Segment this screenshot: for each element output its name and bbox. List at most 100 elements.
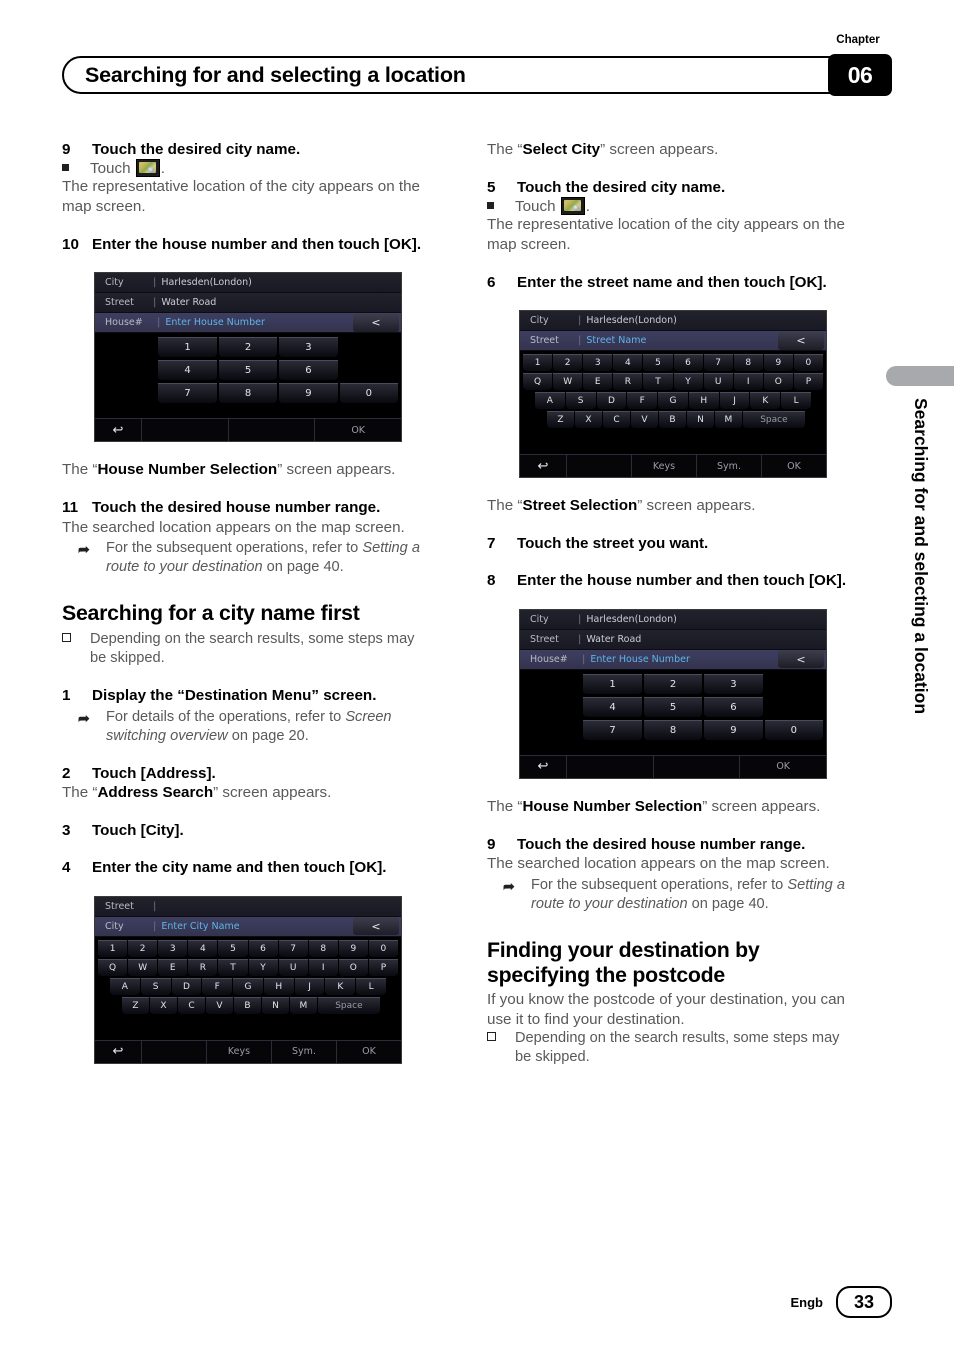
key-b[interactable]: B bbox=[233, 996, 261, 1014]
key-9[interactable]: 9 bbox=[279, 383, 338, 404]
key-z[interactable]: Z bbox=[122, 996, 149, 1014]
key-t[interactable]: T bbox=[218, 958, 248, 976]
back-arrow-icon[interactable]: ↩ bbox=[520, 755, 567, 778]
key-6[interactable]: 6 bbox=[673, 354, 703, 372]
key-y[interactable]: Y bbox=[673, 373, 703, 391]
key-h[interactable]: H bbox=[263, 977, 294, 995]
key-b[interactable]: B bbox=[658, 411, 686, 429]
key-8[interactable]: 8 bbox=[218, 383, 278, 404]
key-v[interactable]: V bbox=[630, 411, 658, 429]
key-h[interactable]: H bbox=[688, 392, 719, 410]
key-3[interactable]: 3 bbox=[158, 939, 188, 957]
key-t[interactable]: T bbox=[643, 373, 673, 391]
key-k[interactable]: K bbox=[325, 977, 356, 995]
key-q[interactable]: Q bbox=[98, 958, 128, 976]
key-1[interactable]: 1 bbox=[98, 939, 128, 957]
key-j[interactable]: J bbox=[719, 392, 750, 410]
field-street[interactable]: Street | Street Name < bbox=[520, 331, 826, 352]
keys-button[interactable]: Keys bbox=[632, 455, 697, 478]
key-0[interactable]: 0 bbox=[793, 354, 823, 372]
key-7[interactable]: 7 bbox=[278, 939, 308, 957]
key-g[interactable]: G bbox=[233, 977, 263, 995]
key-6[interactable]: 6 bbox=[279, 360, 338, 381]
key-j[interactable]: J bbox=[294, 977, 325, 995]
key-6[interactable]: 6 bbox=[248, 939, 278, 957]
backspace-key[interactable]: < bbox=[778, 331, 824, 350]
key-7[interactable]: 7 bbox=[158, 383, 217, 404]
key-5[interactable]: 5 bbox=[218, 360, 278, 381]
field-house-number[interactable]: House# | Enter House Number < bbox=[95, 313, 401, 334]
key-5[interactable]: 5 bbox=[218, 939, 248, 957]
key-n[interactable]: N bbox=[261, 996, 289, 1014]
key-1[interactable]: 1 bbox=[523, 354, 553, 372]
key-5[interactable]: 5 bbox=[643, 696, 703, 717]
key-3[interactable]: 3 bbox=[279, 337, 338, 358]
key-2[interactable]: 2 bbox=[128, 939, 158, 957]
key-8[interactable]: 8 bbox=[733, 354, 763, 372]
key-9[interactable]: 9 bbox=[763, 354, 793, 372]
key-m[interactable]: M bbox=[714, 411, 742, 429]
key-4[interactable]: 4 bbox=[188, 939, 218, 957]
key-f[interactable]: F bbox=[202, 977, 233, 995]
key-c[interactable]: C bbox=[602, 411, 630, 429]
key-4[interactable]: 4 bbox=[583, 696, 642, 717]
sym-button[interactable]: Sym. bbox=[272, 1040, 337, 1063]
key-a[interactable]: A bbox=[534, 392, 565, 410]
key-4[interactable]: 4 bbox=[158, 360, 217, 381]
key-7[interactable]: 7 bbox=[703, 354, 733, 372]
key-e[interactable]: E bbox=[583, 373, 613, 391]
ok-button[interactable]: OK bbox=[740, 756, 826, 778]
key-8[interactable]: 8 bbox=[308, 939, 338, 957]
key-s[interactable]: S bbox=[565, 392, 596, 410]
key-x[interactable]: X bbox=[150, 996, 177, 1014]
key-4[interactable]: 4 bbox=[613, 354, 643, 372]
ok-button[interactable]: OK bbox=[315, 419, 401, 441]
ok-button[interactable]: OK bbox=[762, 455, 826, 477]
key-r[interactable]: R bbox=[188, 958, 218, 976]
key-a[interactable]: A bbox=[109, 977, 140, 995]
key-n[interactable]: N bbox=[686, 411, 714, 429]
key-u[interactable]: U bbox=[703, 373, 733, 391]
key-q[interactable]: Q bbox=[523, 373, 553, 391]
key-w[interactable]: W bbox=[553, 373, 583, 391]
key-v[interactable]: V bbox=[205, 996, 233, 1014]
key-9[interactable]: 9 bbox=[338, 939, 368, 957]
key-7[interactable]: 7 bbox=[583, 719, 642, 740]
backspace-key[interactable]: < bbox=[778, 650, 824, 669]
key-f[interactable]: F bbox=[627, 392, 658, 410]
key-8[interactable]: 8 bbox=[643, 719, 703, 740]
key-p[interactable]: P bbox=[368, 958, 398, 976]
key-0[interactable]: 0 bbox=[339, 383, 399, 404]
ok-button[interactable]: OK bbox=[337, 1041, 401, 1063]
key-c[interactable]: C bbox=[177, 996, 205, 1014]
key-x[interactable]: X bbox=[575, 411, 602, 429]
key-2[interactable]: 2 bbox=[218, 337, 278, 358]
backspace-key[interactable]: < bbox=[353, 313, 399, 332]
key-3[interactable]: 3 bbox=[583, 354, 613, 372]
key-2[interactable]: 2 bbox=[643, 673, 703, 694]
key-m[interactable]: M bbox=[289, 996, 317, 1014]
key-i[interactable]: I bbox=[308, 958, 338, 976]
key-w[interactable]: W bbox=[128, 958, 158, 976]
back-arrow-icon[interactable]: ↩ bbox=[95, 1040, 142, 1063]
key-u[interactable]: U bbox=[278, 958, 308, 976]
key-z[interactable]: Z bbox=[547, 411, 574, 429]
key-0[interactable]: 0 bbox=[368, 939, 398, 957]
key-d[interactable]: D bbox=[171, 977, 202, 995]
field-house-number[interactable]: House# | Enter House Number < bbox=[520, 649, 826, 670]
key-3[interactable]: 3 bbox=[704, 673, 763, 694]
key-i[interactable]: I bbox=[733, 373, 763, 391]
key-0[interactable]: 0 bbox=[764, 719, 824, 740]
key-p[interactable]: P bbox=[793, 373, 823, 391]
key-space[interactable]: Space bbox=[317, 996, 380, 1014]
key-l[interactable]: L bbox=[781, 392, 812, 410]
key-y[interactable]: Y bbox=[248, 958, 278, 976]
field-city[interactable]: City | Enter City Name < bbox=[95, 916, 401, 937]
key-o[interactable]: O bbox=[338, 958, 368, 976]
sym-button[interactable]: Sym. bbox=[697, 455, 762, 478]
key-6[interactable]: 6 bbox=[704, 696, 763, 717]
key-s[interactable]: S bbox=[140, 977, 171, 995]
key-l[interactable]: L bbox=[356, 977, 387, 995]
key-g[interactable]: G bbox=[658, 392, 688, 410]
back-arrow-icon[interactable]: ↩ bbox=[95, 419, 142, 442]
